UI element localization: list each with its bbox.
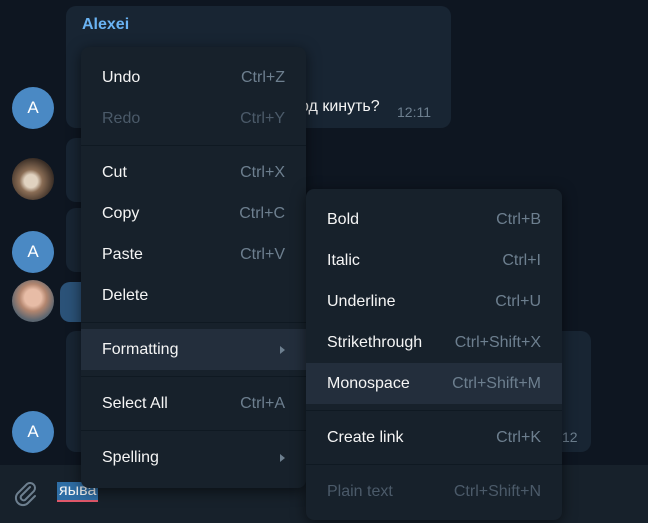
menu-separator bbox=[81, 322, 306, 323]
avatar[interactable]: A bbox=[12, 411, 54, 453]
avatar-photo[interactable] bbox=[12, 158, 54, 200]
menu-item-shortcut: Ctrl+A bbox=[240, 394, 285, 412]
menu-item-shortcut: Ctrl+C bbox=[239, 204, 285, 222]
paperclip-icon[interactable] bbox=[10, 478, 40, 508]
menu-item-label: Paste bbox=[102, 245, 143, 263]
message-author[interactable]: Alexei bbox=[82, 16, 129, 34]
message-text: од кинуть? bbox=[300, 98, 380, 115]
menu-item-label: Select All bbox=[102, 394, 168, 412]
message-time: 12:11 bbox=[397, 104, 431, 120]
menu-item-label: Formatting bbox=[102, 340, 179, 358]
menu-item-shortcut: Ctrl+Y bbox=[240, 109, 285, 127]
menu-item-monospace[interactable]: Monospace Ctrl+Shift+M bbox=[306, 363, 562, 404]
menu-item-label: Copy bbox=[102, 204, 140, 222]
chevron-right-icon bbox=[280, 453, 285, 462]
selected-text: я bbox=[59, 482, 68, 499]
menu-item-italic[interactable]: Italic Ctrl+I bbox=[306, 240, 562, 281]
menu-item-bold[interactable]: Bold Ctrl+B bbox=[306, 199, 562, 240]
menu-item-label: Delete bbox=[102, 286, 149, 304]
menu-separator bbox=[306, 410, 562, 411]
menu-item-formatting[interactable]: Formatting bbox=[81, 329, 306, 370]
menu-item-delete[interactable]: Delete bbox=[81, 275, 306, 316]
menu-item-paste[interactable]: Paste Ctrl+V bbox=[81, 234, 306, 275]
menu-item-shortcut: Ctrl+K bbox=[496, 428, 541, 446]
menu-item-undo[interactable]: Undo Ctrl+Z bbox=[81, 57, 306, 98]
menu-item-cut[interactable]: Cut Ctrl+X bbox=[81, 152, 306, 193]
menu-item-shortcut: Ctrl+B bbox=[496, 210, 541, 228]
menu-separator bbox=[81, 376, 306, 377]
menu-item-shortcut: Ctrl+Shift+N bbox=[453, 482, 541, 500]
menu-item-label: Plain text bbox=[327, 482, 393, 500]
menu-item-shortcut: Ctrl+X bbox=[240, 163, 285, 181]
formatting-submenu: Bold Ctrl+B Italic Ctrl+I Underline Ctrl… bbox=[306, 189, 562, 520]
menu-separator bbox=[306, 464, 562, 465]
menu-item-shortcut: Ctrl+U bbox=[495, 292, 541, 310]
context-menu: Undo Ctrl+Z Redo Ctrl+Y Cut Ctrl+X Copy … bbox=[81, 47, 306, 488]
avatar[interactable]: A bbox=[12, 87, 54, 129]
menu-item-label: Strikethrough bbox=[327, 333, 423, 351]
menu-item-plain-text[interactable]: Plain text Ctrl+Shift+N bbox=[306, 471, 562, 512]
menu-item-strikethrough[interactable]: Strikethrough Ctrl+Shift+X bbox=[306, 322, 562, 363]
menu-item-label: Bold bbox=[327, 210, 360, 228]
menu-item-shortcut: Ctrl+V bbox=[240, 245, 285, 263]
menu-separator bbox=[81, 145, 306, 146]
menu-item-label: Undo bbox=[102, 68, 141, 86]
menu-item-label: Create link bbox=[327, 428, 404, 446]
menu-item-shortcut: Ctrl+I bbox=[502, 251, 541, 269]
message-time: 12 bbox=[562, 429, 578, 445]
menu-item-label: Cut bbox=[102, 163, 127, 181]
avatar-photo[interactable] bbox=[12, 280, 54, 322]
menu-item-spelling[interactable]: Spelling bbox=[81, 437, 306, 478]
menu-item-select-all[interactable]: Select All Ctrl+A bbox=[81, 383, 306, 424]
menu-item-redo[interactable]: Redo Ctrl+Y bbox=[81, 98, 306, 139]
menu-item-label: Redo bbox=[102, 109, 141, 127]
avatar[interactable]: A bbox=[12, 231, 54, 273]
menu-item-label: Spelling bbox=[102, 448, 159, 466]
menu-item-shortcut: Ctrl+Z bbox=[241, 68, 285, 86]
menu-item-underline[interactable]: Underline Ctrl+U bbox=[306, 281, 562, 322]
menu-item-label: Monospace bbox=[327, 374, 410, 392]
menu-item-label: Underline bbox=[327, 292, 396, 310]
menu-item-shortcut: Ctrl+Shift+M bbox=[452, 374, 541, 392]
chevron-right-icon bbox=[280, 345, 285, 354]
menu-item-label: Italic bbox=[327, 251, 360, 269]
menu-separator bbox=[81, 430, 306, 431]
menu-item-copy[interactable]: Copy Ctrl+C bbox=[81, 193, 306, 234]
menu-item-shortcut: Ctrl+Shift+X bbox=[454, 333, 541, 351]
menu-item-create-link[interactable]: Create link Ctrl+K bbox=[306, 417, 562, 458]
